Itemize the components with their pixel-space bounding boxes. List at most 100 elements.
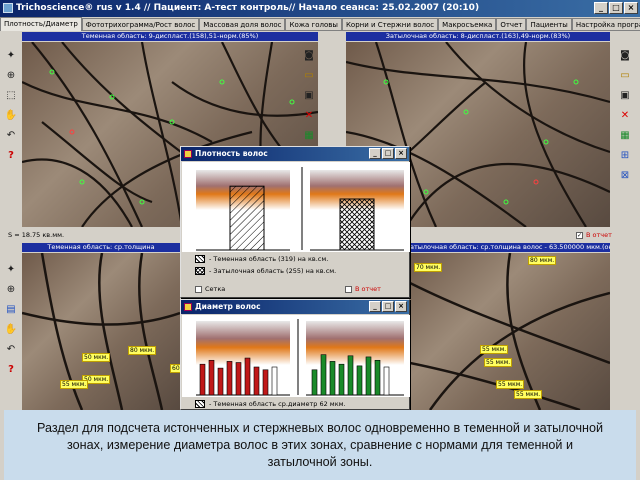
diameter-dialog-title: Диаметр волос: [195, 302, 261, 311]
parietal-diameter-bar: [208, 359, 215, 396]
measure-label: 70 мкм.: [414, 263, 443, 272]
bottom-left-panel-header: Теменная область: ср.толщина: [22, 243, 180, 252]
occipital-diameter-bar: [365, 356, 372, 396]
tab-strip: Плотность/Диаметр Фототрихограмма/Рост в…: [0, 17, 640, 31]
hand-icon[interactable]: ✋: [3, 107, 19, 123]
grid-icon[interactable]: ▦: [617, 127, 633, 143]
tab-roots-shafts[interactable]: Корни и Стержни волос: [341, 18, 439, 30]
report-checkbox-top[interactable]: ✓ В отчет: [576, 231, 612, 239]
parietal-diameter-bar: [253, 366, 260, 396]
occipital-diameter-bar: [338, 363, 345, 396]
undo-icon[interactable]: ↶: [3, 341, 19, 357]
checkbox-box[interactable]: ✓: [576, 231, 583, 239]
select-icon[interactable]: ⬚: [3, 87, 19, 103]
window-title-bar: Trichoscience® rus v 1.4 // Пациент: А-т…: [0, 0, 640, 17]
occipital-density-bar: [339, 198, 375, 251]
magic-wand-icon[interactable]: ✦: [3, 261, 19, 277]
open-folder-icon[interactable]: ▭: [617, 67, 633, 83]
parietal-diameter-bar: [244, 357, 251, 396]
layers-icon[interactable]: ▤: [3, 301, 19, 317]
parietal-diameter-bar: [262, 369, 269, 396]
legend-diameter: - Теменная область ср.диаметр 62 мкм.: [195, 400, 346, 408]
report-checkbox-label: В отчет: [355, 285, 381, 293]
parietal-diameter-bar: [271, 366, 278, 396]
maximize-button[interactable]: □: [382, 148, 394, 159]
window-title: Trichoscience® rus v 1.4 // Пациент: А-т…: [16, 3, 480, 13]
minimize-button[interactable]: _: [594, 2, 608, 14]
magic-wand-icon[interactable]: ✦: [3, 47, 19, 63]
open-folder-icon[interactable]: ▭: [301, 67, 317, 83]
occipital-diameter-bar: [329, 361, 336, 396]
occipital-diameter-bar: [374, 359, 381, 396]
tab-settings[interactable]: Настройка программы: [571, 18, 640, 30]
camera-icon[interactable]: ◙: [617, 47, 633, 63]
hair-strands: [22, 253, 180, 410]
parietal-diameter-bar: [235, 362, 242, 396]
help-icon[interactable]: ?: [3, 147, 19, 163]
legend-parietal: - Теменная область (319) на кв.см.: [195, 255, 328, 263]
diameter-dialog: Диаметр волос _ □ × - Теменная область с…: [180, 299, 410, 410]
legend-diameter-label: - Теменная область ср.диаметр 62 мкм.: [209, 400, 346, 408]
caption-banner: Раздел для подсчета истонченных и стержн…: [4, 410, 636, 480]
measure-label: 55 мкм.: [480, 345, 509, 354]
occipital-diameter-bar: [356, 365, 363, 396]
hand-icon[interactable]: ✋: [3, 321, 19, 337]
diameter-dialog-titlebar: Диаметр волос _ □ ×: [181, 300, 409, 314]
close-button[interactable]: ×: [395, 148, 407, 159]
save-icon[interactable]: ▣: [617, 87, 633, 103]
measure-label: 55 мкм.: [60, 380, 89, 389]
measure-label: 55 мкм.: [484, 358, 513, 367]
grid-checkbox[interactable]: Сетка: [195, 285, 225, 293]
parietal-diameter-bar: [199, 363, 206, 396]
right-toolbar: ◙ ▭ ▣ ✕ ▦ ⊞ ⊠: [616, 44, 634, 224]
close-button[interactable]: ×: [624, 2, 638, 14]
measure-label: 55 мкм.: [496, 380, 525, 389]
occipital-diameter-bar: [347, 355, 354, 396]
camera-icon[interactable]: ◙: [301, 47, 317, 63]
minimize-button[interactable]: _: [369, 148, 381, 159]
checkbox-box[interactable]: [195, 285, 202, 293]
legend-occipital-label: - Затылочная область (255) на кв.см.: [209, 267, 337, 275]
checkbox-box[interactable]: [345, 285, 352, 293]
occipital-diameter-bar: [320, 354, 327, 396]
grid-checkbox-label: Сетка: [205, 285, 226, 293]
network-icon[interactable]: ⊠: [617, 167, 633, 183]
measure-label: 55 мкм.: [514, 390, 543, 399]
measure-label: 80 мкм.: [128, 346, 157, 355]
close-button[interactable]: ×: [395, 301, 407, 312]
tab-phototrichogram[interactable]: Фототрихограмма/Рост волос: [81, 18, 200, 30]
target-icon[interactable]: ⊕: [3, 281, 19, 297]
hatch-swatch: [195, 255, 205, 263]
bottom-right-panel-header: атылочная область: ср.толщина волос - 63…: [410, 243, 610, 252]
save-icon[interactable]: ▣: [301, 87, 317, 103]
left-toolbar-top: ✦ ⊕ ⬚ ✋ ↶ ?: [2, 44, 20, 229]
tab-mass-fraction[interactable]: Массовая доля волос: [199, 18, 286, 30]
help-icon[interactable]: ?: [3, 361, 19, 377]
minimize-button[interactable]: _: [369, 301, 381, 312]
legend-parietal-label: - Теменная область (319) на кв.см.: [209, 255, 329, 263]
tab-patients[interactable]: Пациенты: [526, 18, 572, 30]
report-checkbox-density[interactable]: В отчет: [345, 285, 381, 293]
target-icon[interactable]: ⊕: [3, 67, 19, 83]
delete-icon[interactable]: ✕: [617, 107, 633, 123]
chart-icon: [184, 303, 192, 311]
measure-label: 80 мкм.: [528, 256, 557, 265]
tab-macro[interactable]: Макросъемка: [438, 18, 497, 30]
undo-icon[interactable]: ↶: [3, 127, 19, 143]
report-checkbox-label: В отчет: [586, 231, 612, 239]
hatch-swatch: [195, 400, 205, 408]
parietal-norm-band: [196, 321, 290, 365]
legend-occipital: - Затылочная область (255) на кв.см.: [195, 267, 336, 275]
bottom-left-hair-image[interactable]: [22, 253, 180, 410]
maximize-button[interactable]: □: [609, 2, 623, 14]
maximize-button[interactable]: □: [382, 301, 394, 312]
grid-icon[interactable]: ▦: [301, 127, 317, 143]
occipital-diameter-bar: [311, 369, 318, 396]
delete-icon[interactable]: ✕: [301, 107, 317, 123]
tab-scalp[interactable]: Кожа головы: [285, 18, 342, 30]
density-dialog-title: Плотность волос: [195, 149, 268, 158]
expand-icon[interactable]: ⊞: [617, 147, 633, 163]
cross-swatch: [195, 267, 205, 275]
tab-report[interactable]: Отчет: [496, 18, 527, 30]
tab-density-diameter[interactable]: Плотность/Диаметр: [0, 17, 82, 31]
